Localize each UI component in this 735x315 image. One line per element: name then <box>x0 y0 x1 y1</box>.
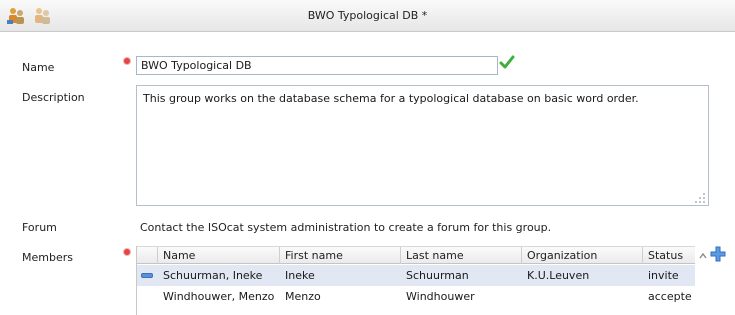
title-bar: BWO Typological DB * <box>0 0 735 32</box>
member-first-name: Ineke <box>285 269 315 282</box>
column-header-status[interactable]: Status <box>643 247 695 264</box>
member-last-name: Windhouwer <box>406 290 475 303</box>
column-header-name[interactable]: Name <box>158 247 280 264</box>
member-first-name: Menzo <box>285 290 321 303</box>
scroll-up-arrow-icon[interactable] <box>698 251 708 261</box>
forum-message: Contact the ISOcat system administration… <box>140 221 552 234</box>
name-input[interactable] <box>136 56 498 75</box>
table-row[interactable]: Schuurman, Ineke Ineke Schuurman K.U.Leu… <box>137 265 695 286</box>
remove-member-icon[interactable] <box>141 273 153 278</box>
members-grid-header: Name First name Last name Organization S… <box>137 246 695 264</box>
column-header-first-name[interactable]: First name <box>280 247 401 264</box>
description-textarea[interactable]: This group works on the database schema … <box>136 85 709 206</box>
name-label: Name <box>22 61 55 74</box>
window-title: BWO Typological DB * <box>307 9 428 22</box>
forum-label: Forum <box>22 221 57 234</box>
member-organization: K.U.Leuven <box>527 269 590 282</box>
members-grid: Name First name Last name Organization S… <box>136 246 695 315</box>
column-header-selector <box>137 247 158 264</box>
table-row[interactable]: Windhouwer, Menzo Menzo Windhouwer accep… <box>137 286 695 307</box>
member-status: invite <box>648 269 679 282</box>
member-organization <box>522 286 643 307</box>
required-indicator <box>124 249 130 255</box>
add-member-icon[interactable] <box>710 246 726 262</box>
column-header-organization[interactable]: Organization <box>522 247 643 264</box>
required-indicator <box>124 58 130 64</box>
member-name: Schuurman, Ineke <box>163 269 263 282</box>
member-name: Windhouwer, Menzo <box>163 290 275 303</box>
valid-check-icon <box>499 55 515 69</box>
members-label: Members <box>22 251 73 264</box>
member-status: accepte <box>648 290 692 303</box>
column-header-last-name[interactable]: Last name <box>401 247 522 264</box>
description-label: Description <box>22 91 85 104</box>
resize-grip-icon[interactable] <box>694 192 706 204</box>
member-last-name: Schuurman <box>406 269 469 282</box>
